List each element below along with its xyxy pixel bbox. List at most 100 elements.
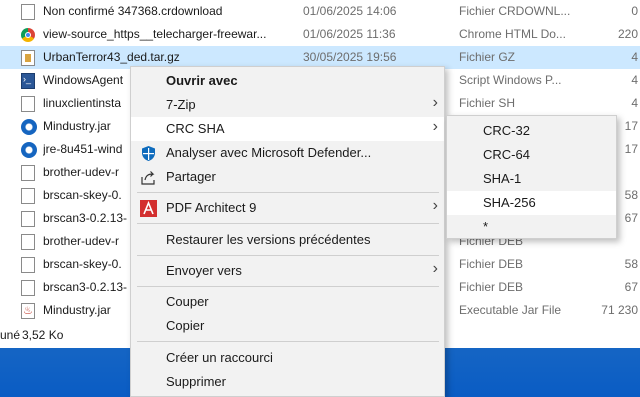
file-row[interactable]: view-source_https__telecharger-freewar..… [0,23,640,46]
document-icon [21,165,35,181]
menu-item-copy[interactable]: Copier [131,314,444,338]
file-size: 71 230 [601,303,638,317]
menu-item-pdf-architect[interactable]: PDF Architect 9 › [131,196,444,220]
file-type: Fichier GZ [459,50,516,64]
file-type: Fichier DEB [459,257,524,271]
file-name: linuxclientinsta [43,96,122,110]
java-icon [21,119,37,135]
chevron-right-icon: › [432,94,438,111]
file-name: brscan3-0.2.13- [43,211,128,225]
file-size: 0 [631,4,638,18]
menu-label-defender: Analyser avec Microsoft Defender... [166,145,372,160]
submenu-item-crc32[interactable]: CRC-32 [447,119,616,143]
menu-item-delete[interactable]: Supprimer [131,370,444,394]
chevron-right-icon: › [432,118,438,135]
file-size: 58 [624,257,638,271]
file-name: Non confirmé 347368.crdownload [43,4,223,18]
submenu-label: CRC-64 [483,147,530,162]
document-icon [21,211,35,227]
crc-sha-submenu: CRC-32 CRC-64 SHA-1 SHA-256 * [446,115,617,239]
file-type: Fichier DEB [459,280,524,294]
file-name: Mindustry.jar [43,303,111,317]
chrome-icon [21,28,35,42]
file-name: brscan3-0.2.13- [43,280,128,294]
file-name: brscan-skey-0. [43,257,122,271]
submenu-item-crc64[interactable]: CRC-64 [447,143,616,167]
menu-item-create-shortcut[interactable]: Créer un raccourci [131,346,444,370]
file-size: 4 [631,73,638,87]
menu-item-cut[interactable]: Couper [131,290,444,314]
file-name: brother-udev-r [43,165,120,179]
submenu-item-all[interactable]: * [447,215,616,239]
menu-item-share[interactable]: Partager [131,165,444,189]
java-file-icon [21,303,35,319]
menu-label-open-with: Ouvrir avec [166,73,238,88]
file-row[interactable]: Non confirmé 347368.crdownload 01/06/2025… [0,0,640,23]
menu-label-cut: Couper [166,294,209,309]
file-date: 01/06/2025 11:36 [303,27,396,41]
file-date: 01/06/2025 14:06 [303,4,397,18]
file-type: Chrome HTML Do... [459,27,566,41]
submenu-item-sha1[interactable]: SHA-1 [447,167,616,191]
file-size: 67 [624,211,638,225]
menu-item-crc-sha[interactable]: CRC SHA › [131,117,444,141]
menu-item-7zip[interactable]: 7-Zip › [131,93,444,117]
archive-icon [21,50,35,66]
menu-label-copy: Copier [166,318,205,333]
menu-separator [137,341,439,342]
submenu-label: SHA-1 [483,171,522,186]
menu-item-restore-versions[interactable]: Restaurer les versions précédentes [131,228,444,252]
menu-separator [137,255,439,256]
share-icon [140,169,157,186]
file-type: Executable Jar File [459,303,562,317]
chevron-right-icon: › [432,260,438,277]
submenu-label: SHA-256 [483,195,536,210]
file-date: 30/05/2025 19:56 [303,50,397,64]
menu-label-pdf-architect: PDF Architect 9 [166,200,257,215]
menu-separator [137,223,439,224]
menu-item-defender[interactable]: Analyser avec Microsoft Defender... [131,141,444,165]
document-icon [21,4,35,20]
document-icon [21,234,35,250]
document-icon [21,96,35,112]
file-name: UrbanTerror43_ded.tar.gz [43,50,180,64]
file-size: 67 [624,280,638,294]
status-size-text: 3,52 Ko [22,328,64,342]
submenu-label: * [483,219,489,234]
menu-label-crc-sha: CRC SHA [166,121,225,136]
menu-label-shortcut: Créer un raccourci [166,350,273,365]
file-type: Fichier CRDOWNL... [459,4,571,18]
document-icon [21,280,35,296]
defender-shield-icon [140,145,157,162]
menu-item-send-to[interactable]: Envoyer vers › [131,259,444,283]
submenu-item-sha256[interactable]: SHA-256 [447,191,616,215]
file-name: WindowsAgent [43,73,124,87]
file-size: 17 [624,142,638,156]
file-name: Mindustry.jar [43,119,111,133]
context-menu: Ouvrir avec 7-Zip › CRC SHA › Analyser a… [130,66,445,397]
java-icon [21,142,37,158]
powershell-icon [21,73,35,89]
menu-item-open-with[interactable]: Ouvrir avec [131,69,444,93]
status-selection-text: uné [0,328,21,342]
file-name: brother-udev-r [43,234,120,248]
file-size: 220 [617,27,638,41]
menu-separator [137,286,439,287]
menu-label-send-to: Envoyer vers [166,263,242,278]
file-name: brscan-skey-0. [43,188,122,202]
menu-label-7zip: 7-Zip [166,97,196,112]
chevron-right-icon: › [432,197,438,214]
menu-label-restore: Restaurer les versions précédentes [166,232,371,247]
file-size: 4 [631,50,638,64]
file-size: 17 [624,119,638,133]
file-name: jre-8u451-wind [43,142,123,156]
file-size: 58 [624,188,638,202]
document-icon [21,257,35,273]
submenu-label: CRC-32 [483,123,530,138]
file-type: Script Windows P... [459,73,562,87]
menu-label-share: Partager [166,169,216,184]
file-size: 4 [631,96,638,110]
document-icon [21,188,35,204]
pdf-architect-icon [140,200,157,217]
menu-separator [137,192,439,193]
